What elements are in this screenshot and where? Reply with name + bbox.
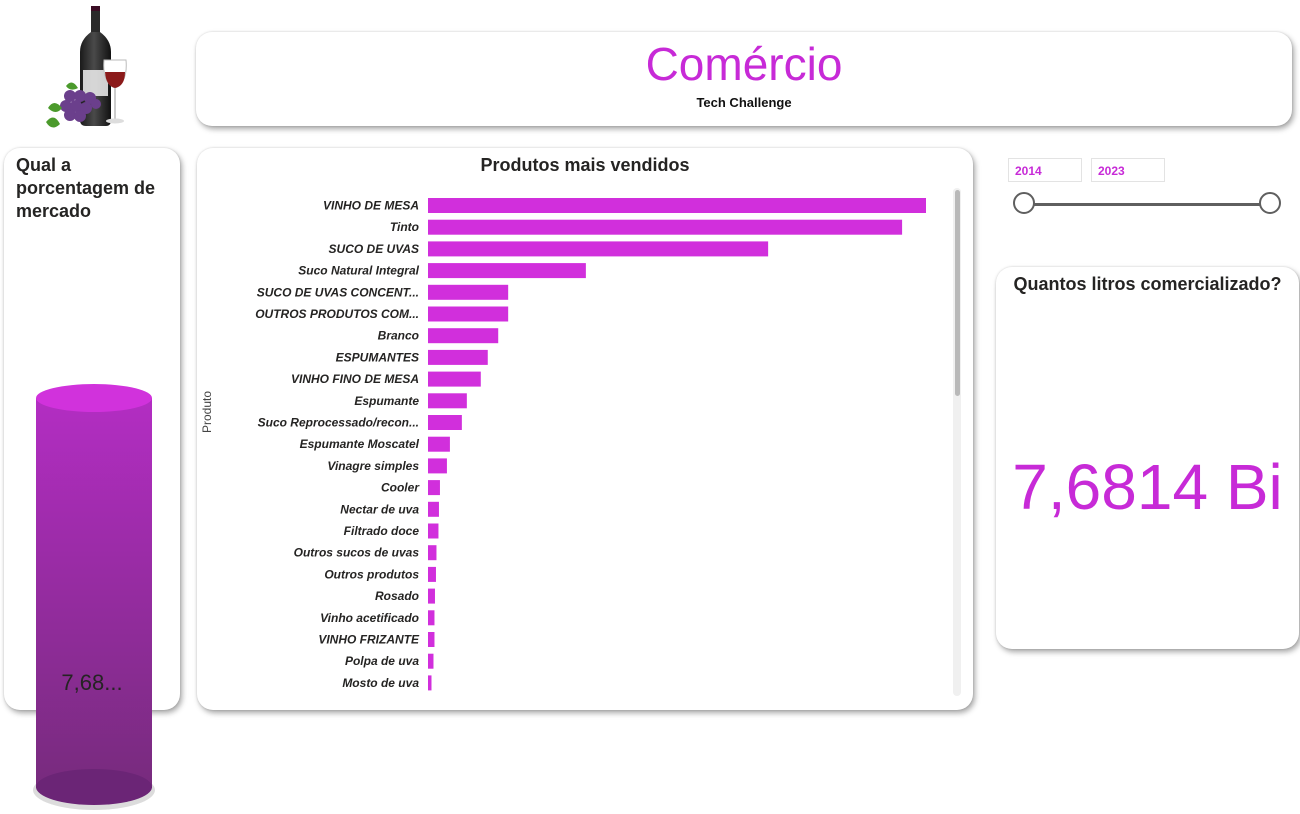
page-subtitle: Tech Challenge <box>696 95 792 110</box>
slider-end-handle[interactable] <box>1259 192 1281 214</box>
category-label: Suco Natural Integral <box>298 264 419 278</box>
bar[interactable] <box>428 610 435 626</box>
bar[interactable] <box>428 458 447 474</box>
cylinder-body <box>36 398 152 788</box>
category-label: Cooler <box>381 481 420 495</box>
category-label: OUTROS PRODUTOS COM... <box>255 307 419 321</box>
bar-chart: VINHO DE MESA Tinto SUCO DE UVAS Suco Natur… <box>255 198 926 691</box>
category-label: VINHO FRIZANTE <box>318 633 420 647</box>
category-label: Outros sucos de uvas <box>294 546 420 560</box>
slider-start-handle[interactable] <box>1013 192 1035 214</box>
market-share-card: Qual a porcentagem de mercado 7,68... <box>4 148 180 810</box>
liters-value: 7,6814 Bi <box>1012 451 1283 523</box>
category-label: Rosado <box>375 589 419 603</box>
cylinder-gauge <box>33 384 155 810</box>
bar[interactable] <box>428 566 436 582</box>
category-label: Filtrado doce <box>344 524 420 538</box>
start-year-input[interactable]: 2014 <box>1008 158 1082 182</box>
bar[interactable] <box>428 545 437 561</box>
bar[interactable] <box>428 219 903 235</box>
bar[interactable] <box>428 480 440 496</box>
chart-scrollbar-thumb[interactable] <box>955 190 960 396</box>
bar[interactable] <box>428 284 509 300</box>
category-label: Mosto de uva <box>342 676 419 690</box>
category-label: Espumante Moscatel <box>300 437 420 451</box>
category-label: Outros produtos <box>324 567 419 581</box>
liters-card: Quantos litros comercializado? 7,6814 Bi <box>996 267 1299 649</box>
bar[interactable] <box>428 415 462 430</box>
bar[interactable] <box>428 306 509 322</box>
products-chart-card: Produtos mais vendidos Produto VINHO DE … <box>197 148 973 710</box>
category-label: Branco <box>378 329 419 343</box>
cylinder-top <box>36 384 152 412</box>
wine-bottle-glass-grapes-icon <box>46 6 127 128</box>
category-label: Suco Reprocessado/recon... <box>258 416 419 430</box>
category-label: SUCO DE UVAS CONCENT... <box>257 285 419 299</box>
bar[interactable] <box>428 675 432 691</box>
bar[interactable] <box>428 588 435 604</box>
bar[interactable] <box>428 501 439 517</box>
header-card: Comércio Tech Challenge <box>196 32 1292 126</box>
bar[interactable] <box>428 349 488 365</box>
bar[interactable] <box>428 436 450 452</box>
bar[interactable] <box>428 523 439 539</box>
bar[interactable] <box>428 241 769 257</box>
category-label: Espumante <box>354 394 419 408</box>
bar[interactable] <box>428 328 499 344</box>
category-label: Vinagre simples <box>327 459 419 473</box>
category-label: ESPUMANTES <box>336 350 419 364</box>
page-title: Comércio <box>645 38 843 90</box>
category-label: SUCO DE UVAS <box>329 242 419 256</box>
bar[interactable] <box>428 263 586 279</box>
bar[interactable] <box>428 632 435 647</box>
liters-question: Quantos litros comercializado? <box>1013 274 1282 294</box>
bar[interactable] <box>428 371 481 387</box>
cylinder-bottom <box>36 769 152 805</box>
end-year-input[interactable]: 2023 <box>1091 158 1165 182</box>
market-share-question: Qual a porcentagem de mercado <box>16 155 156 221</box>
category-label: Vinho acetificado <box>320 611 419 625</box>
year-range-slider-track[interactable] <box>1024 203 1270 206</box>
market-share-value: 7,68... <box>61 670 123 695</box>
bar[interactable] <box>428 653 434 669</box>
category-label: Tinto <box>390 220 419 234</box>
category-label: VINHO FINO DE MESA <box>291 372 419 386</box>
bar[interactable] <box>428 393 467 409</box>
category-label: Nectar de uva <box>340 502 419 516</box>
category-label: VINHO DE MESA <box>323 199 419 213</box>
category-label: Polpa de uva <box>345 654 419 668</box>
bar[interactable] <box>428 198 926 213</box>
